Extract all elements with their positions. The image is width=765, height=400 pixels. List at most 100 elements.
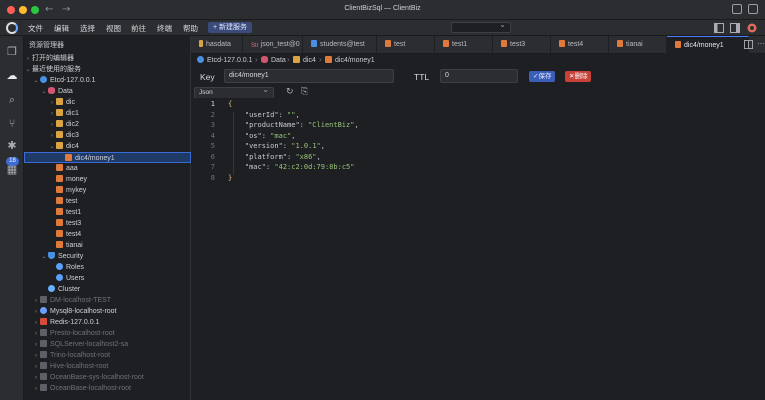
tree-item[interactable]: › Hive-localhost-root — [24, 361, 191, 372]
tree-item-label: dic1 — [66, 110, 79, 117]
section-open-editors[interactable]: › 打开的编辑器 — [24, 53, 191, 64]
breadcrumb-key[interactable]: dic4/money1 — [325, 56, 375, 64]
tab-test3[interactable]: test3 — [493, 36, 551, 54]
trino-icon — [40, 351, 47, 358]
menu-help[interactable]: 帮助 — [183, 23, 198, 34]
tree-item[interactable]: › dic3 — [24, 130, 191, 141]
tree-item[interactable]: ⌄ Data — [24, 86, 191, 97]
tree-item[interactable]: test3 — [24, 218, 191, 229]
new-service-button[interactable]: + 新建服务 — [208, 22, 253, 33]
tree-item[interactable]: › dic — [24, 97, 191, 108]
tab-json-test-0[interactable]: Str json_test@0 — [243, 36, 303, 54]
tree-item[interactable]: ⌄ dic4 — [24, 141, 191, 152]
toggle-panel-icon[interactable] — [730, 23, 740, 33]
menu-bar: 文件 编辑 选择 视图 前往 终端 帮助 + 新建服务 — [0, 20, 765, 36]
tab-tianai[interactable]: tianai — [609, 36, 667, 54]
close-brace: } — [228, 173, 233, 182]
tab-students-test[interactable]: students@test — [303, 36, 377, 54]
menu-terminal[interactable]: 终端 — [157, 23, 172, 34]
tree-item[interactable]: › Redis-127.0.0.1 — [24, 317, 191, 328]
tree-item[interactable]: › SQLServer-localhost2-sa — [24, 339, 191, 350]
tree-item[interactable]: test — [24, 196, 191, 207]
source-control-icon[interactable]: ⑂ — [6, 118, 18, 130]
share-icon[interactable] — [732, 4, 742, 14]
save-button[interactable]: ✓保存 — [529, 71, 556, 82]
tree-item-label: Presto-localhost-root — [50, 330, 115, 337]
line-number: 4 — [210, 131, 215, 140]
tree-item[interactable]: test4 — [24, 229, 191, 240]
tree-item[interactable]: Roles — [24, 262, 191, 273]
more-actions-icon[interactable]: ⋯ — [757, 39, 765, 48]
tree-item[interactable]: › dic1 — [24, 108, 191, 119]
command-center-select[interactable] — [451, 20, 511, 33]
breadcrumb-dic4[interactable]: dic4 — [293, 56, 316, 64]
tree-item-label: Data — [58, 88, 73, 95]
tree-item[interactable]: › OceanBase-sys-localhost-root — [24, 372, 191, 383]
section-recent-services[interactable]: ⌄最近使用的服务 — [24, 64, 191, 75]
extensions-grid-icon[interactable]: ▦ — [6, 164, 18, 176]
tree-item[interactable]: ⌄ Etcd-127.0.0.1 — [24, 75, 191, 86]
tab-dic4-money1[interactable]: dic4/money1 — [667, 36, 749, 54]
tab-label: json_test@0 — [260, 41, 300, 48]
section-label: 最近使用的服务 — [32, 66, 81, 73]
tree-item[interactable]: › dic2 — [24, 119, 191, 130]
tree-item[interactable]: Users — [24, 273, 191, 284]
ttl-input[interactable]: 0 — [440, 69, 518, 83]
breadcrumb-etcd[interactable]: Etcd-127.0.0.1 — [197, 56, 253, 64]
tab-test1[interactable]: test1 — [435, 36, 493, 54]
json-value: "42:c2:0d:79:8b:c5" — [274, 163, 355, 171]
breadcrumb-data[interactable]: Data — [261, 56, 286, 64]
code-line: { — [228, 100, 232, 108]
json-editor[interactable]: 1 2 3 4 5 6 7 8 { "userId": "", "productName": … — [191, 98, 765, 400]
tree-item[interactable]: mykey — [24, 185, 191, 196]
title-bar: ← → ClientBizSql — ClientBiz — [0, 0, 765, 20]
tree-item-label: Users — [66, 275, 85, 282]
delete-button[interactable]: ✕删除 — [565, 71, 592, 82]
code-line: "version": "1.0.1", — [244, 142, 325, 150]
split-editor-icon[interactable] — [744, 40, 753, 49]
tree-item[interactable]: dic4/money1 — [24, 152, 191, 163]
roles-icon — [56, 263, 63, 270]
code-line: "platform": "x86", — [244, 152, 321, 161]
tree-item[interactable]: ⌄ Security — [24, 251, 191, 262]
menu-view[interactable]: 视图 — [106, 23, 121, 34]
tree-item[interactable]: Cluster — [24, 284, 191, 295]
tree-item[interactable]: › OceanBase-localhost-root — [24, 383, 191, 394]
tree-item[interactable]: › DM-localhost-TEST — [24, 295, 191, 306]
json-key: userId — [249, 110, 275, 119]
menu-edit[interactable]: 编辑 — [54, 23, 69, 34]
tab-hasdata[interactable]: hasdata — [191, 36, 243, 54]
explorer-icon[interactable]: ❐ — [6, 46, 18, 58]
tree-item[interactable]: aaa — [24, 163, 191, 174]
menu-file[interactable]: 文件 — [28, 23, 43, 34]
extensions-icon[interactable] — [748, 4, 758, 14]
line-number: 6 — [210, 152, 215, 161]
tree-item[interactable]: › Trino-localhost-root — [24, 350, 191, 361]
toggle-sidebar-icon[interactable] — [714, 23, 724, 33]
copy-icon[interactable]: ⎘ — [301, 87, 308, 97]
tree-item-label: OceanBase-sys-localhost-root — [50, 374, 144, 381]
tree-item[interactable]: tianai — [24, 240, 191, 251]
services-icon[interactable]: ☁ — [6, 70, 18, 82]
line-number: 7 — [210, 163, 215, 171]
file-icon — [65, 154, 72, 161]
search-icon[interactable]: ⌕ — [6, 94, 18, 106]
folder-icon — [56, 120, 63, 127]
dm-icon — [40, 296, 47, 303]
key-input[interactable]: dic4/money1 — [224, 69, 394, 83]
menu-select[interactable]: 选择 — [80, 23, 95, 34]
refresh-icon[interactable]: ↻ — [286, 87, 294, 97]
folder-icon — [56, 131, 63, 138]
tab-test4[interactable]: test4 — [551, 36, 609, 54]
tree-item[interactable]: money — [24, 174, 191, 185]
tree-item[interactable]: › Mysql8-localhost-root — [24, 306, 191, 317]
debug-icon[interactable]: ✱ — [6, 140, 18, 152]
hash-icon — [199, 40, 203, 47]
tree-item[interactable]: › Presto-localhost-root — [24, 328, 191, 339]
chevron-right-icon: › — [287, 55, 290, 64]
tree-item[interactable]: test1 — [24, 207, 191, 218]
account-avatar-icon[interactable] — [747, 23, 757, 33]
tab-test[interactable]: test — [377, 36, 435, 54]
menu-go[interactable]: 前往 — [131, 23, 146, 34]
chevron-right-icon[interactable]: › — [32, 384, 40, 395]
